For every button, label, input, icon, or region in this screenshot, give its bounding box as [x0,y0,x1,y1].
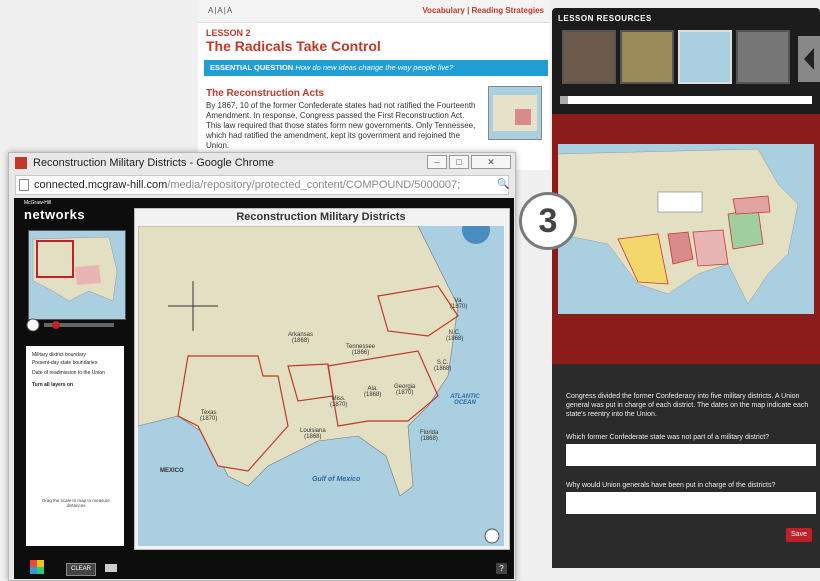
resource-scrollbar[interactable] [560,96,812,104]
legend-panel: Military district boundary Present-day s… [26,346,124,546]
networks-logo: McGraw-Hill networks [24,200,85,224]
search-icon[interactable]: 🔍 [497,179,509,190]
resource-intro-text: Congress divided the former Confederacy … [566,393,809,418]
essential-question-label: ESSENTIAL QUESTION [210,63,294,72]
reconstruction-map[interactable] [137,216,504,546]
resource-map[interactable] [557,144,814,314]
color-palette-icon[interactable] [28,558,68,581]
legend-all-layers[interactable]: Turn all layers on [32,382,73,388]
label-mexico: MEXICO [160,468,184,474]
section-text: By 1867, 10 of the former Confederate st… [206,101,476,150]
url-host: connected.mcgraw-hill.com [34,179,168,191]
address-bar[interactable]: connected.mcgraw-hill.com/media/reposito… [15,175,509,195]
app-favicon-icon [15,157,27,169]
url-path: /media/repository/protected_content/COMP… [167,179,461,191]
lesson-resources-panel: LESSON RESOURCES Congress divided the fo… [552,8,820,568]
label-georgia: Georgia (1870) [394,384,416,396]
map-title: Reconstruction Military Districts [236,211,406,223]
label-miss: Miss. (1870) [330,396,348,408]
lesson-toolbar: A|A|A Vocabulary | Reading Strategies [198,0,550,23]
lesson-page: A|A|A Vocabulary | Reading Strategies LE… [198,0,550,170]
section-title: The Reconstruction Acts [206,88,324,99]
label-ala: Ala. (1868) [364,386,382,398]
legend-military-boundary[interactable]: Military district boundary [32,352,86,358]
resource-thumbnail-painting[interactable] [620,30,674,84]
close-button[interactable]: ✕ [471,155,511,169]
zoom-slider[interactable] [26,318,122,332]
scale-instructions: Drag the scale to map to measure distanc… [42,498,110,508]
save-button[interactable]: Save [786,528,812,542]
label-tennessee: Tennessee (1866) [346,344,376,356]
label-va: Va. (1870) [450,298,468,310]
label-arkansas: Arkansas (1868) [288,332,314,344]
print-icon[interactable] [104,560,118,574]
minimap[interactable] [28,230,126,320]
label-atlantic: ATLANTIC OCEAN [450,394,480,406]
label-sc: S.C. (1868) [434,360,452,372]
label-louisiana: Louisiana (1868) [300,428,326,440]
brand-name: networks [24,207,86,222]
next-arrow-icon[interactable] [798,36,820,82]
question-1: Which former Confederate state was not p… [566,434,770,441]
label-texas: Texas (1870) [200,410,218,422]
answer-2-input[interactable] [566,492,816,514]
window-title: Reconstruction Military Districts - Goog… [33,157,274,169]
label-nc: N.C. (1868) [446,330,464,342]
scrollbar-handle[interactable] [560,96,568,104]
label-florida: Florida (1868) [420,430,439,442]
question-2: Why would Union generals have been put i… [566,482,776,489]
resource-thumbnail-portrait[interactable] [562,30,616,84]
help-button[interactable]: ? [496,563,507,574]
lesson-toolbar-links[interactable]: Vocabulary | Reading Strategies [422,6,544,15]
page-icon [19,179,29,191]
step-number-badge: 3 [519,192,577,250]
lesson-title: The Radicals Take Control [206,38,381,54]
minimize-button[interactable]: – [427,155,447,169]
maximize-button[interactable]: □ [449,155,469,169]
label-gulf: Gulf of Mexico [312,476,361,483]
legend-state-boundaries[interactable]: Present-day state boundaries [32,360,97,366]
lesson-label: LESSON 2 [206,28,251,38]
brand-small: McGraw-Hill [24,200,52,206]
text-size-tools[interactable]: A|A|A [208,6,233,15]
answer-1-input[interactable] [566,444,816,466]
essential-question-text: How do new ideas change the way people l… [295,63,454,72]
legend-readmission-date[interactable]: Date of readmission to the Union [32,370,105,376]
resource-thumbnail-map[interactable] [678,30,732,84]
lesson-map-thumbnail[interactable] [488,86,542,140]
resources-header: LESSON RESOURCES [558,14,652,23]
essential-question-bar: ESSENTIAL QUESTION How do new ideas chan… [204,60,548,76]
clear-button[interactable]: CLEAR [66,563,96,576]
resource-thumbnail-document[interactable] [736,30,790,84]
